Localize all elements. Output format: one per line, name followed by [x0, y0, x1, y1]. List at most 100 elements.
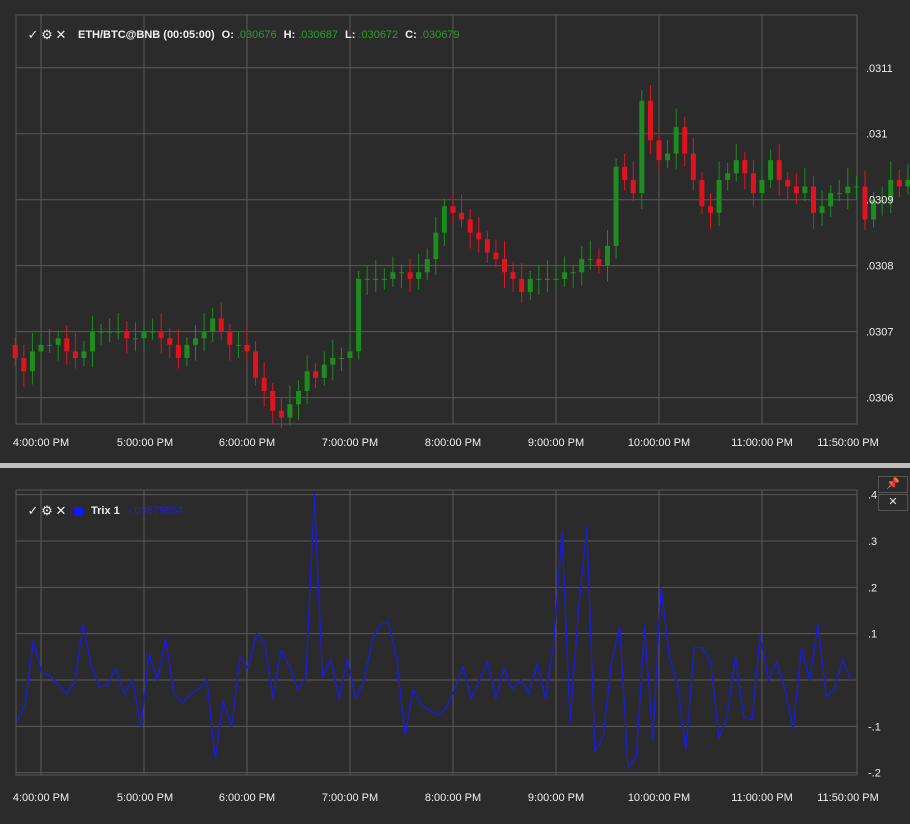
candle-body	[905, 179, 910, 187]
trix-chart[interactable]: .4 .3 .2 .1 -.1 -.2 4:00:00 PM 5:00:00 PM 6:00:…	[0, 470, 910, 819]
candle-body	[776, 160, 782, 180]
high-label: H:	[283, 29, 296, 41]
candle-body	[553, 278, 559, 280]
price-x-tick-label: 6:00:00 PM	[219, 437, 275, 449]
price-y-tick-label: .031	[866, 129, 887, 141]
open-value: .030676	[236, 29, 277, 41]
candle-body	[407, 272, 413, 279]
price-plot-area	[15, 14, 858, 425]
close-label: C:	[405, 29, 417, 41]
candle-body	[544, 278, 550, 280]
candle-body	[244, 344, 250, 352]
candle-body	[364, 278, 370, 280]
close-icon[interactable]: ✕	[54, 28, 68, 42]
price-y-tick-label: .0311	[866, 63, 893, 75]
candle-body	[287, 404, 293, 418]
candle-body	[819, 206, 825, 213]
candle-body	[150, 331, 156, 333]
candle-body	[124, 331, 130, 339]
candle-body	[665, 153, 671, 161]
candle-body	[441, 206, 447, 233]
candle-body	[467, 219, 473, 233]
trix-x-tick-label: 10:00:00 PM	[628, 792, 690, 804]
price-pane[interactable]: .0306 .0307 .0308 .0309 .031 .0311 4:00:00 PM…	[0, 0, 910, 462]
candle-body	[55, 338, 61, 345]
trix-x-tick-label: 5:00:00 PM	[117, 792, 173, 804]
candle-body	[811, 186, 816, 213]
candle-body	[175, 344, 181, 359]
price-x-tick-label: 10:00:00 PM	[628, 437, 690, 449]
candle-body	[708, 206, 713, 213]
candle-body	[656, 140, 662, 161]
candle-body	[193, 338, 198, 345]
candle-body	[218, 318, 224, 332]
trix-value: -.03879854	[127, 505, 184, 517]
candle-body	[38, 344, 44, 352]
high-value: .030687	[298, 29, 339, 41]
gear-icon[interactable]: ⚙	[40, 504, 54, 518]
candle-body	[853, 186, 859, 188]
trix-y-tick-label: .4	[868, 490, 877, 502]
candle-body	[158, 331, 164, 339]
indicator-pane[interactable]: .4 .3 .2 .1 -.1 -.2 4:00:00 PM 5:00:00 PM 6:00:…	[0, 470, 910, 819]
candle-body	[424, 259, 430, 273]
candle-body	[759, 179, 765, 194]
trix-y-tick-label: -.2	[868, 768, 881, 780]
series-color-swatch	[74, 506, 83, 516]
candle-body	[587, 259, 593, 261]
candle-body	[321, 364, 327, 378]
close-icon[interactable]: ✕	[54, 504, 68, 518]
candle-body	[210, 318, 216, 332]
trix-legend: ✓ ⚙ ✕ Trix 1 -.03879854	[26, 504, 184, 518]
price-x-tick-label: 11:00:00 PM	[731, 437, 793, 449]
candle-body	[802, 186, 808, 194]
candle-body	[338, 358, 344, 360]
candle-body	[828, 193, 834, 207]
candle-body	[682, 127, 688, 154]
candle-body	[141, 331, 147, 339]
candle-body	[510, 272, 516, 279]
candle-body	[184, 344, 190, 359]
trix-x-tick-label: 4:00:00 PM	[13, 792, 69, 804]
trix-x-tick-label: 7:00:00 PM	[322, 792, 378, 804]
candle-body	[296, 391, 301, 405]
candle-body	[416, 272, 422, 279]
check-icon[interactable]: ✓	[26, 504, 40, 518]
candle-body	[639, 100, 645, 194]
candle-body	[12, 344, 18, 359]
candle-body	[502, 259, 507, 273]
candle-body	[304, 371, 310, 392]
pane-controls: 📌 ✕	[878, 476, 908, 512]
candle-body	[227, 331, 233, 345]
candle-body	[785, 179, 791, 187]
candle-body	[399, 272, 404, 274]
check-icon[interactable]: ✓	[26, 28, 40, 42]
price-x-tick-label: 11:50:00 PM	[817, 437, 879, 449]
candle-body	[484, 239, 490, 253]
close-pane-button[interactable]: ✕	[878, 494, 908, 511]
close-value: .030679	[419, 29, 460, 41]
candle-body	[845, 186, 851, 194]
price-x-tick-label: 4:00:00 PM	[13, 437, 69, 449]
candle-body	[459, 212, 465, 220]
candle-body	[699, 179, 705, 207]
candle-body	[562, 272, 568, 279]
price-y-tick-label: .0307	[866, 327, 894, 339]
symbol-label: ETH/BTC@BNB (00:05:00)	[78, 29, 215, 41]
gear-icon[interactable]: ⚙	[40, 28, 54, 42]
trix-x-tick-label: 9:00:00 PM	[528, 792, 584, 804]
candle-body	[579, 259, 585, 273]
pin-icon[interactable]: 📌	[878, 476, 908, 493]
candle-body	[98, 331, 104, 333]
price-y-tick-label: .0308	[866, 261, 894, 273]
candle-body	[673, 127, 679, 154]
candle-body	[768, 160, 774, 180]
candle-body	[750, 173, 756, 194]
pane-splitter[interactable]	[0, 463, 910, 468]
price-legend: ✓ ⚙ ✕ ETH/BTC@BNB (00:05:00) O: .030676 …	[26, 28, 460, 42]
candle-body	[716, 179, 722, 213]
candlestick-chart[interactable]: .0306 .0307 .0308 .0309 .031 .0311 4:00:00 PM…	[0, 0, 910, 462]
candle-body	[373, 278, 379, 280]
trix-x-tick-label: 8:00:00 PM	[425, 792, 481, 804]
low-value: .030672	[358, 29, 399, 41]
